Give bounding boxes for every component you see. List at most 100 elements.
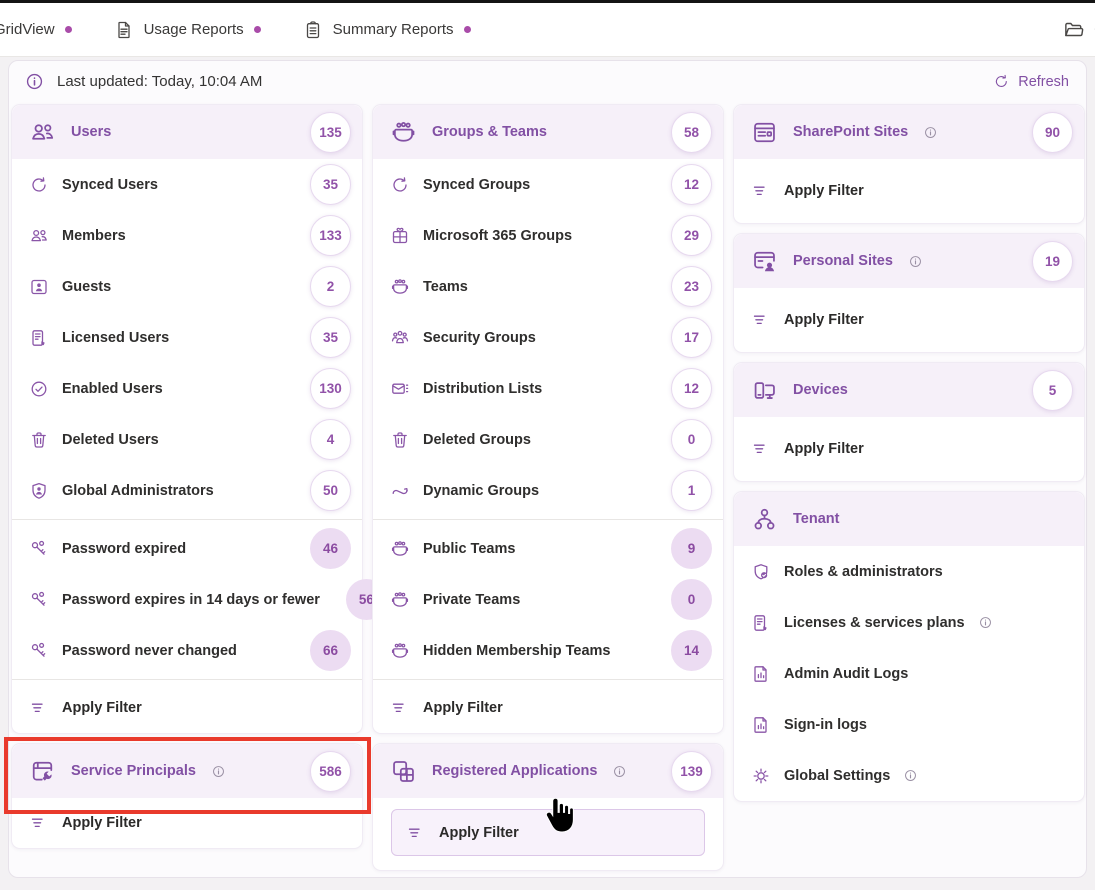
stat-row-password-expires-in-14-days-or-fewer[interactable]: Password expires in 14 days or fewer56: [12, 574, 362, 625]
count-badge: 4: [310, 419, 351, 460]
stat-row-guests[interactable]: Guests 2: [12, 261, 362, 312]
card-header-tenant[interactable]: Tenant: [734, 492, 1084, 546]
apply-filter-label: Apply Filter: [423, 700, 503, 716]
card-header-registered-applications[interactable]: Registered Applications139: [373, 744, 723, 798]
card-header-sharepoint-sites[interactable]: SharePoint Sites90: [734, 105, 1084, 159]
apply-filter-button[interactable]: Apply Filter: [734, 159, 1084, 223]
stat-row-hidden-membership-teams[interactable]: Hidden Membership Teams14: [373, 625, 723, 676]
apply-filter-button[interactable]: Apply Filter: [734, 288, 1084, 352]
card-column-3: SharePoint Sites90Apply FilterPersonal S…: [733, 104, 1085, 802]
filter-icon: [390, 698, 410, 718]
stat-row-admin-audit-logs[interactable]: Admin Audit Logs: [734, 648, 1084, 699]
stat-label: Password expires in 14 days or fewer: [62, 592, 320, 608]
doc-chart-icon: [751, 664, 771, 684]
apply-filter-button[interactable]: Apply Filter: [373, 683, 723, 733]
apply-filter-button[interactable]: Apply Filter: [734, 417, 1084, 481]
stat-row-global-administrators[interactable]: Global Administrators50: [12, 465, 362, 516]
card-column-1: Users135Synced Users35Members133Guests2L…: [11, 104, 363, 849]
unsaved-dot-icon: [65, 26, 72, 33]
shield-person-icon: [29, 481, 49, 501]
teams-icon: [390, 641, 410, 661]
tab-usage-reports[interactable]: Usage Reports: [93, 3, 282, 56]
stat-row-dynamic-groups[interactable]: Dynamic Groups1: [373, 465, 723, 516]
apply-filter-button[interactable]: Apply Filter: [392, 810, 704, 855]
apply-filter-button[interactable]: Apply Filter: [12, 683, 362, 733]
stat-label: Guests: [62, 279, 111, 295]
stat-row-licensed-users[interactable]: Licensed Users 35: [12, 312, 362, 363]
stat-row-teams[interactable]: Teams23: [373, 261, 723, 312]
stat-label: Hidden Membership Teams: [423, 643, 610, 659]
stat-row-password-expired[interactable]: Password expired46: [12, 523, 362, 574]
card-header-service-principals[interactable]: Service Principals586: [12, 744, 362, 798]
stat-row-deleted-groups[interactable]: Deleted Groups0: [373, 414, 723, 465]
count-badge: 12: [671, 164, 712, 205]
card-tenant: Tenant Roles & administrators Licenses & s…: [733, 491, 1085, 802]
stat-row-security-groups[interactable]: Security Groups17: [373, 312, 723, 363]
info-icon: [978, 615, 993, 630]
stat-label: Password expired: [62, 541, 186, 557]
stat-label: Teams: [423, 279, 468, 295]
card-title: Service Principals: [71, 763, 196, 779]
tab-summary-reports[interactable]: Summary Reports: [282, 3, 492, 56]
topbar: GridView Usage Reports Summary Reports C: [0, 3, 1095, 57]
card-header-users[interactable]: Users135: [12, 105, 362, 159]
teams-icon: [390, 277, 410, 297]
divider: [12, 679, 362, 680]
refresh-icon: [993, 73, 1010, 90]
stat-label: Dynamic Groups: [423, 483, 539, 499]
open-folder-icon: [1063, 19, 1085, 41]
card-groups-teams: Groups & Teams58Synced Groups12Microsoft…: [372, 104, 724, 734]
card-column-2: Groups & Teams58Synced Groups12Microsoft…: [372, 104, 724, 871]
apply-filter-label: Apply Filter: [439, 825, 519, 841]
license-icon: [29, 328, 49, 348]
stat-label: Admin Audit Logs: [784, 666, 908, 682]
person-card-icon: [29, 277, 49, 297]
stat-row-enabled-users[interactable]: Enabled Users130: [12, 363, 362, 414]
stat-row-sign-in-logs[interactable]: Sign-in logs: [734, 699, 1084, 750]
count-badge: 139: [671, 751, 712, 792]
stat-row-public-teams[interactable]: Public Teams9: [373, 523, 723, 574]
count-badge: 130: [310, 368, 351, 409]
stat-row-microsoft-365-groups[interactable]: Microsoft 365 Groups29: [373, 210, 723, 261]
document-icon: [114, 20, 134, 40]
stat-row-private-teams[interactable]: Private Teams0: [373, 574, 723, 625]
shield-check-icon: [751, 562, 771, 582]
filter-icon: [751, 439, 771, 459]
stat-row-synced-groups[interactable]: Synced Groups12: [373, 159, 723, 210]
people-community-icon: [390, 328, 410, 348]
stat-label: Roles & administrators: [784, 564, 943, 580]
tab-label: GridView: [0, 21, 55, 38]
filter-icon: [29, 813, 49, 833]
stat-label: Global Settings: [784, 768, 890, 784]
gear-icon: [751, 766, 771, 786]
stat-row-licenses-services-plans[interactable]: Licenses & services plans: [734, 597, 1084, 648]
stat-row-synced-users[interactable]: Synced Users35: [12, 159, 362, 210]
refresh-button[interactable]: Refresh: [993, 73, 1071, 90]
stat-label: Password never changed: [62, 643, 237, 659]
browser-person-icon: [751, 248, 778, 275]
stat-row-global-settings[interactable]: Global Settings: [734, 750, 1084, 801]
stat-label: Microsoft 365 Groups: [423, 228, 572, 244]
count-badge: 35: [310, 317, 351, 358]
count-badge: 2: [310, 266, 351, 307]
count-badge: 135: [310, 112, 351, 153]
stat-label: Synced Users: [62, 177, 158, 193]
stat-label: Licensed Users: [62, 330, 169, 346]
topbar-overflow-item[interactable]: C: [1063, 3, 1095, 56]
card-header-personal-sites[interactable]: Personal Sites19: [734, 234, 1084, 288]
stat-row-password-never-changed[interactable]: Password never changed66: [12, 625, 362, 676]
stat-row-deleted-users[interactable]: Deleted Users4: [12, 414, 362, 465]
tab-gridview[interactable]: GridView: [0, 3, 93, 56]
apply-filter-button[interactable]: Apply Filter: [12, 798, 362, 848]
key-icon: [29, 539, 49, 559]
card-header-devices[interactable]: Devices5: [734, 363, 1084, 417]
org-chart-icon: [751, 506, 778, 533]
stat-row-distribution-lists[interactable]: Distribution Lists12: [373, 363, 723, 414]
stat-row-roles-administrators[interactable]: Roles & administrators: [734, 546, 1084, 597]
stat-row-members[interactable]: Members133: [12, 210, 362, 261]
app-grid-icon: [390, 758, 417, 785]
apply-filter-label: Apply Filter: [784, 183, 864, 199]
doc-chart-icon: [751, 715, 771, 735]
card-title: Tenant: [793, 511, 839, 527]
card-header-groups-teams[interactable]: Groups & Teams58: [373, 105, 723, 159]
